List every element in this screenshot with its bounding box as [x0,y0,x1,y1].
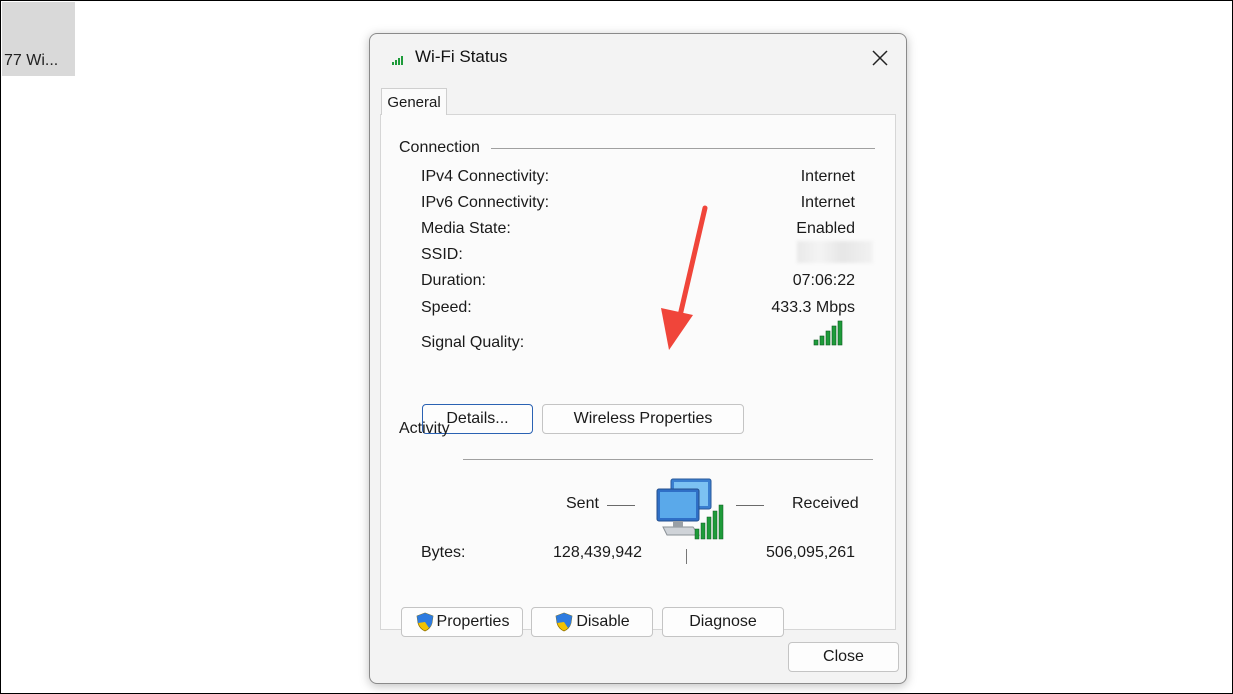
ipv4-value: Internet [800,168,855,185]
ipv6-label: IPv6 Connectivity: [421,194,550,211]
activity-divider [463,459,873,460]
bytes-sent-value: 128,439,942 [553,544,642,561]
bytes-label: Bytes: [421,544,466,561]
connection-group-label: Connection [399,139,480,156]
shield-icon [555,612,573,632]
received-label: Received [792,495,859,512]
annotation-arrow [661,205,708,350]
signal-quality-label: Signal Quality: [421,334,525,351]
speed-value: 433.3 Mbps [771,299,855,316]
close-icon[interactable] [864,42,896,74]
dialog-title: Wi-Fi Status [415,47,508,66]
wifi-signal-icon [392,56,403,65]
title-bar: Wi-Fi Status [370,34,906,80]
tab-general[interactable]: General [381,88,447,115]
ssid-value-redacted [797,241,873,263]
properties-button-label: Properties [436,613,510,630]
wifi-status-dialog: Wi-Fi Status General Connection IPv4 Con… [369,33,907,684]
wireless-properties-button[interactable]: Wireless Properties [542,404,744,434]
duration-value: 07:06:22 [792,272,855,289]
speed-label: Speed: [421,299,472,316]
ipv4-label: IPv4 Connectivity: [421,168,550,185]
bytes-separator [686,549,687,564]
shield-icon [416,612,433,632]
disable-button-label: Disable [576,613,630,630]
background-window-tab[interactable]: 77 Wi... [2,2,75,76]
received-dash [736,505,764,506]
activity-group-label: Activity [399,420,450,437]
general-panel: Connection IPv4 Connectivity: Internet I… [380,114,896,637]
sent-dash [607,505,635,506]
bytes-received-value: 506,095,261 [766,544,855,561]
disable-button[interactable]: Disable [531,607,653,637]
media-state-label: Media State: [421,220,511,237]
connection-divider [491,148,875,149]
close-button[interactable]: Close [788,642,899,672]
ipv6-value: Internet [800,194,855,211]
ssid-label: SSID: [421,246,463,263]
background-tab-label: 77 Wi... [4,52,59,69]
properties-button[interactable]: Properties [401,607,523,637]
network-computers-icon [656,478,724,540]
duration-label: Duration: [421,272,486,289]
media-state-value: Enabled [796,220,855,237]
diagnose-button[interactable]: Diagnose [662,607,784,637]
signal-quality-icon [813,320,843,346]
sent-label: Sent [566,495,599,512]
